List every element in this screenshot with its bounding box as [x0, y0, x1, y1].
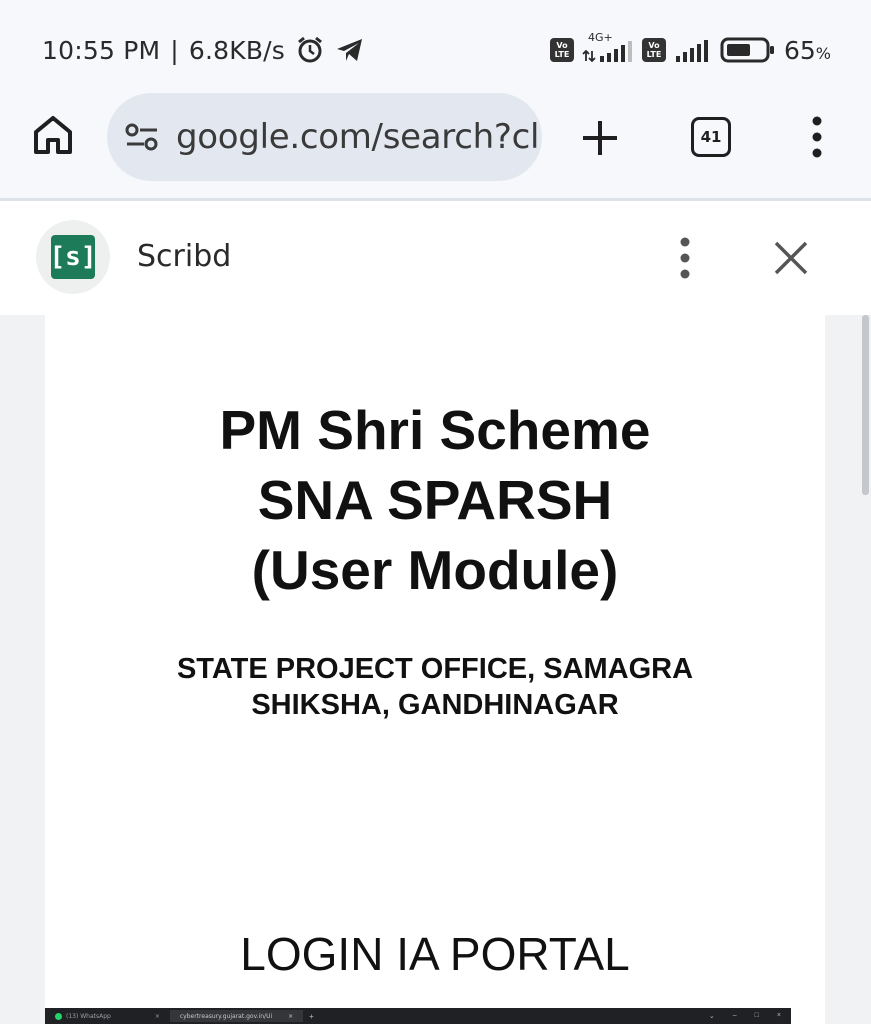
title-line: SNA SPARSH [257, 469, 613, 531]
document-subtitle: STATE PROJECT OFFICE, SAMAGRA SHIKSHA, G… [45, 651, 825, 723]
signal-icon-sim2 [675, 40, 708, 62]
alarm-icon [298, 36, 322, 63]
clock: 10:55 PM [42, 35, 161, 65]
battery-percentage: 65% [784, 36, 831, 65]
volte-top: Vo [556, 41, 568, 50]
new-tab-icon[interactable] [580, 118, 620, 158]
menu-icon[interactable] [806, 116, 828, 158]
browser-toolbar: google.com/search?cl 41 [0, 92, 871, 198]
site-avatar: [s] [36, 220, 110, 294]
embedded-new-tab: + [309, 1011, 314, 1021]
tab-count: 41 [700, 128, 722, 146]
scribd-logo: [s] [50, 235, 96, 279]
embedded-tab-active: cybertreasury.gujarat.gov.in/Ui × [169, 1010, 304, 1022]
volte-icon-sim2: Vo LTE [641, 38, 666, 62]
signal-icon [582, 41, 632, 63]
network-speed: 6.8KB/s [188, 35, 286, 65]
status-bar: 10:55 PM | 6.8KB/s Vo LTE 4G+ Vo LTE 65% [0, 0, 871, 92]
status-right: Vo LTE 4G+ Vo LTE 65% [549, 30, 831, 70]
site-name: Scribd [137, 239, 232, 274]
embedded-screenshot: (13) WhatsApp × cybertreasury.gujarat.go… [45, 1008, 791, 1024]
signal-4g: 4G+ [582, 31, 634, 65]
title-line: (User Module) [251, 539, 619, 601]
tabs-icon[interactable]: 41 [691, 117, 731, 157]
home-icon[interactable] [30, 112, 76, 158]
address-bar[interactable]: google.com/search?cl [107, 93, 542, 181]
scrollbar[interactable] [862, 315, 869, 495]
url-text[interactable]: google.com/search?cl [176, 117, 539, 157]
embedded-tab-label: (13) WhatsApp [66, 1012, 111, 1020]
status-left: 10:55 PM | 6.8KB/s [42, 30, 365, 70]
telegram-icon [337, 39, 363, 61]
embedded-tab-label: cybertreasury.gujarat.gov.in/Ui [179, 1012, 273, 1020]
embedded-tab-close: × [288, 1012, 294, 1020]
volte-top: Vo [648, 41, 660, 50]
document-title: PM Shri Scheme SNA SPARSH (User Module) [45, 395, 825, 605]
document-page: PM Shri Scheme SNA SPARSH (User Module) … [45, 315, 825, 1024]
embedded-control: – [732, 1012, 737, 1019]
more-options-icon[interactable] [674, 237, 696, 279]
embedded-tab-close: × [154, 1012, 160, 1020]
battery-unit: % [815, 43, 831, 63]
custom-tab-header: [s] Scribd [0, 201, 871, 315]
subtitle-line: SHIKSHA, GANDHINAGAR [251, 689, 619, 721]
embedded-control: ⌄ [708, 1013, 715, 1020]
volte-bottom: LTE [554, 50, 570, 59]
close-icon[interactable] [771, 238, 811, 278]
site-settings-icon[interactable] [124, 122, 160, 152]
embedded-tab: (13) WhatsApp × [45, 1010, 170, 1022]
battery-icon [720, 37, 774, 63]
whatsapp-icon [55, 1012, 62, 1020]
title-line: PM Shri Scheme [219, 399, 651, 461]
volte-bottom: LTE [646, 50, 662, 59]
subtitle-line: STATE PROJECT OFFICE, SAMAGRA [176, 653, 694, 685]
embedded-window-controls: ⌄ – □ × [709, 1012, 791, 1020]
embedded-control: □ [754, 1012, 759, 1019]
volte-icon: Vo LTE [549, 38, 574, 62]
section-heading: LOGIN IA PORTAL [240, 928, 630, 980]
embedded-control: × [776, 1012, 781, 1019]
document-viewer[interactable]: PM Shri Scheme SNA SPARSH (User Module) … [0, 315, 871, 1024]
status-separator: | [170, 35, 179, 65]
battery-value: 65 [783, 35, 816, 65]
